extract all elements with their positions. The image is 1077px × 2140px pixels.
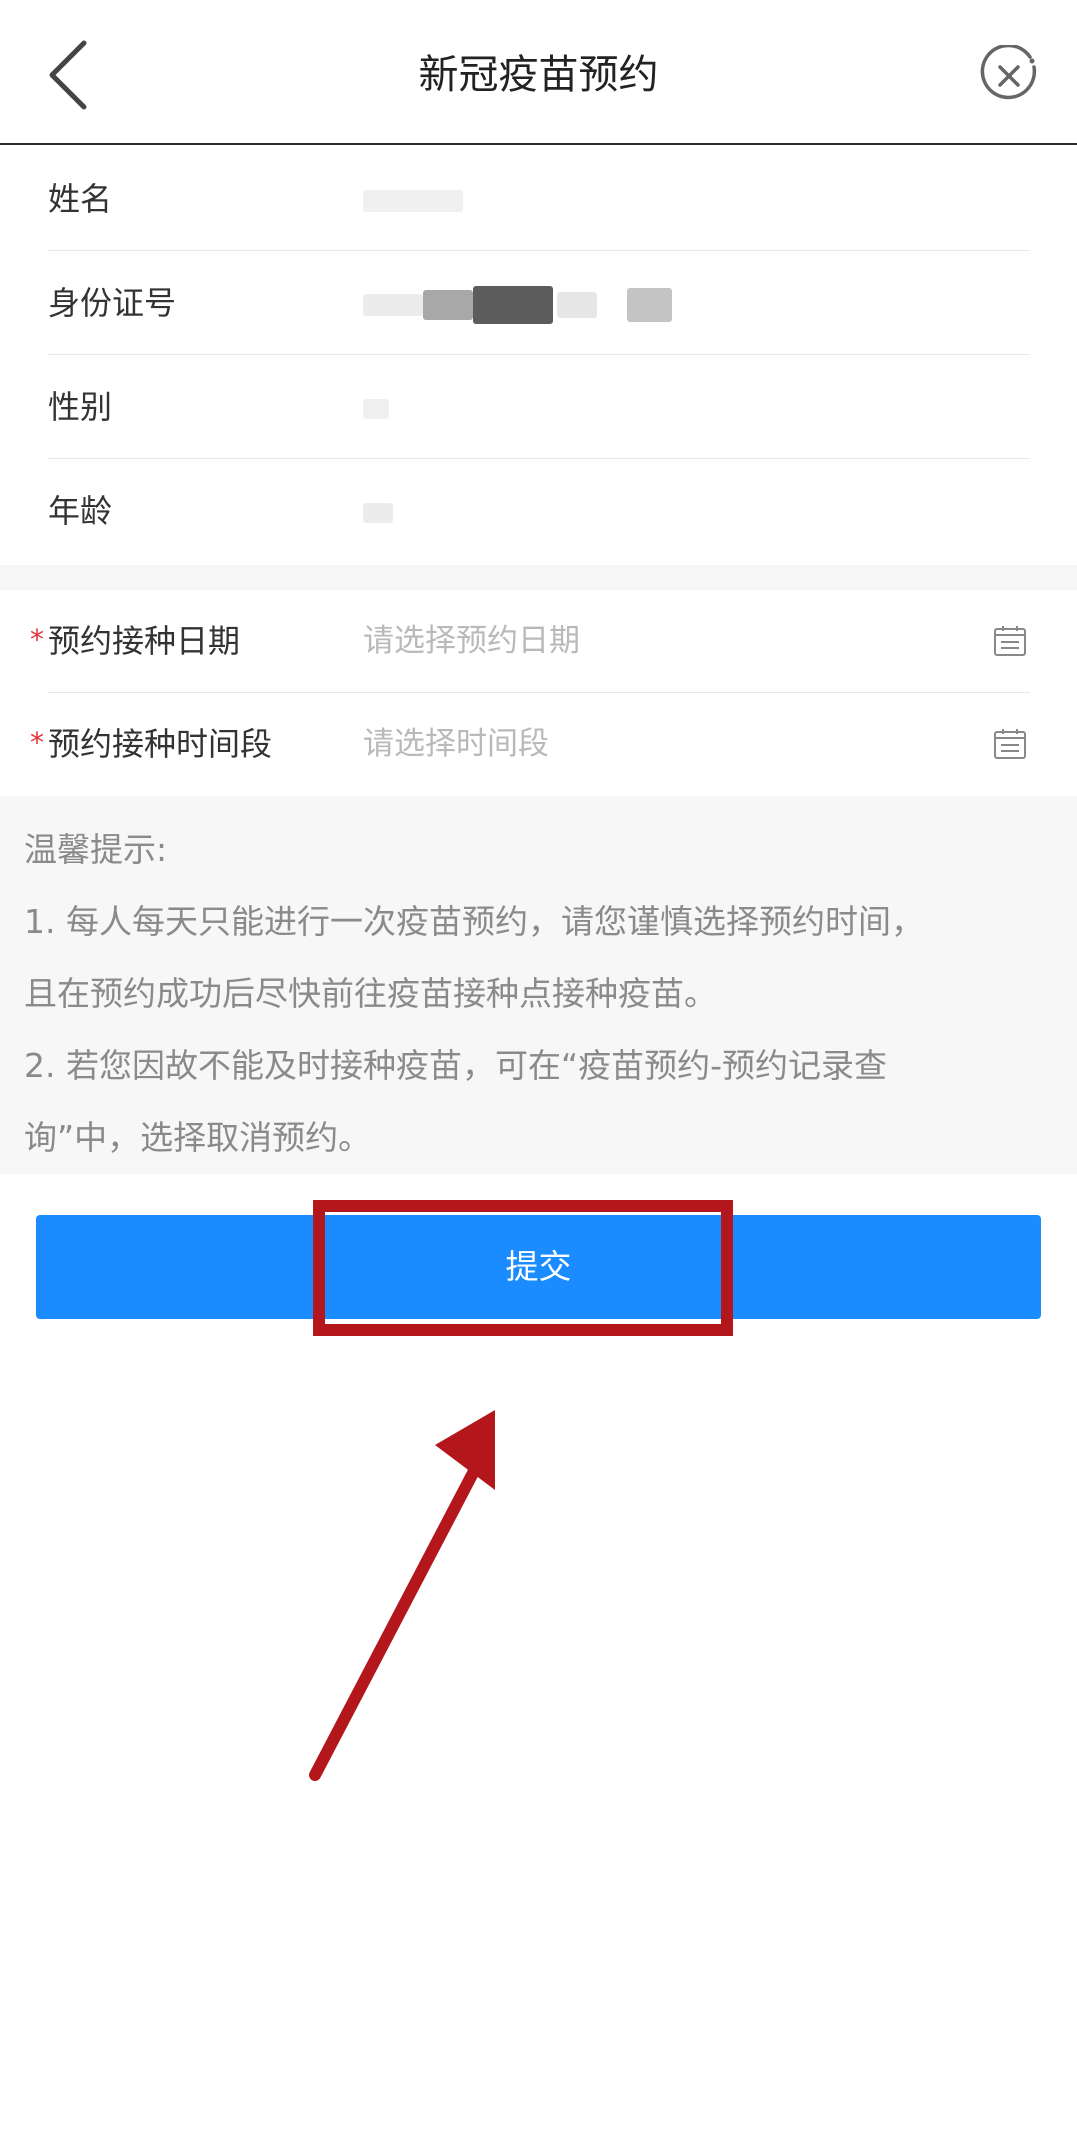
nav-header: 新冠疫苗预约 xyxy=(0,0,1077,145)
calendar-icon[interactable] xyxy=(993,624,1027,658)
tips-line-1: 1. 每人每天只能进行一次疫苗预约，请您谨慎选择预约时间， xyxy=(24,902,924,941)
appointment-time-label: 预约接种时间段 xyxy=(48,725,273,763)
page: 新冠疫苗预约 姓名 身份证号 性别 年龄 * 预约接种日期 请选择预约日期 * … xyxy=(0,0,1077,2140)
appointment-date-input[interactable]: 请选择预约日期 xyxy=(363,590,580,693)
annotation-arrow-icon xyxy=(309,1410,495,1781)
id-number-row: 身份证号 xyxy=(48,251,1030,355)
age-row: 年龄 xyxy=(48,459,1030,563)
required-mark: * xyxy=(30,623,44,656)
gender-row: 性别 xyxy=(48,355,1030,459)
section-divider xyxy=(0,565,1077,590)
gender-value-redacted xyxy=(363,355,389,459)
submit-button[interactable]: 提交 xyxy=(36,1215,1041,1319)
appointment-time-input[interactable]: 请选择时间段 xyxy=(363,693,549,796)
tips-title: 温馨提示: xyxy=(24,830,168,869)
tips-line-4: 询”中，选择取消预约。 xyxy=(24,1118,372,1157)
name-row: 姓名 xyxy=(48,147,1030,251)
age-value-redacted xyxy=(363,459,393,563)
tips-panel: 温馨提示: 1. 每人每天只能进行一次疫苗预约，请您谨慎选择预约时间， 且在预约… xyxy=(0,796,1077,1174)
appointment-section: * 预约接种日期 请选择预约日期 * 预约接种时间段 请选择时间段 xyxy=(0,590,1077,796)
id-number-label: 身份证号 xyxy=(48,284,177,322)
gender-label: 性别 xyxy=(48,388,113,426)
close-button[interactable] xyxy=(978,43,1040,107)
personal-info-section: 姓名 身份证号 性别 年龄 xyxy=(0,147,1077,565)
name-label: 姓名 xyxy=(48,180,113,218)
page-title: 新冠疫苗预约 xyxy=(418,52,659,98)
close-circle-icon xyxy=(980,43,1037,100)
required-mark: * xyxy=(30,726,44,759)
appointment-time-row[interactable]: * 预约接种时间段 请选择时间段 xyxy=(30,693,1030,796)
tips-line-3: 2. 若您因故不能及时接种疫苗，可在“疫苗预约-预约记录查 xyxy=(24,1046,887,1085)
name-value-redacted xyxy=(363,147,463,251)
age-label: 年龄 xyxy=(48,492,113,530)
appointment-date-label: 预约接种日期 xyxy=(48,622,241,660)
tips-line-2: 且在预约成功后尽快前往疫苗接种点接种疫苗。 xyxy=(24,974,717,1013)
appointment-date-row[interactable]: * 预约接种日期 请选择预约日期 xyxy=(30,590,1030,693)
id-number-value-redacted xyxy=(363,251,672,355)
calendar-icon[interactable] xyxy=(993,727,1027,761)
